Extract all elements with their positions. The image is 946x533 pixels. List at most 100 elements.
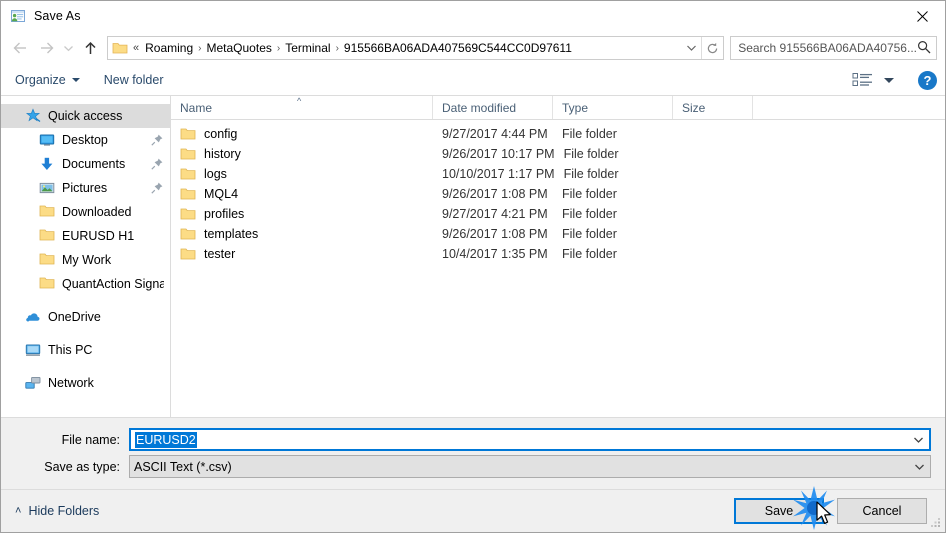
table-row[interactable]: templates 9/26/2017 1:08 PM File folder	[171, 224, 945, 244]
table-row[interactable]: profiles 9/27/2017 4:21 PM File folder	[171, 204, 945, 224]
column-headers: Name ^ Date modified Type Size	[171, 96, 945, 120]
breadcrumb-item-roaming[interactable]: Roaming	[141, 41, 197, 55]
table-row[interactable]: tester 10/4/2017 1:35 PM File folder	[171, 244, 945, 264]
this-pc-icon	[25, 342, 41, 358]
pictures-icon	[39, 180, 55, 196]
sidebar-item-label: Pictures	[62, 181, 108, 195]
file-name-cell: history	[171, 147, 433, 161]
sort-ascending-icon: ^	[297, 96, 302, 106]
cancel-button[interactable]: Cancel	[837, 498, 927, 524]
sidebar-item-my-work[interactable]: My Work	[1, 248, 170, 272]
table-row[interactable]: history 9/26/2017 10:17 PM File folder	[171, 144, 945, 164]
table-row[interactable]: logs 10/10/2017 1:17 PM File folder	[171, 164, 945, 184]
file-name-cell: templates	[171, 227, 433, 241]
breadcrumb-item-guid[interactable]: 915566BA06ADA407569C544CC0D97611	[340, 41, 576, 55]
file-date-cell: 10/4/2017 1:35 PM	[442, 247, 548, 261]
file-rows: config 9/27/2017 4:44 PM File folder his…	[171, 120, 945, 417]
hide-folders-label: Hide Folders	[28, 504, 100, 518]
desktop-icon	[39, 132, 55, 148]
table-row[interactable]: config 9/27/2017 4:44 PM File folder	[171, 124, 945, 144]
search-icon	[917, 40, 931, 57]
sidebar-item-quantaction-signal[interactable]: QuantAction Signal	[1, 272, 170, 296]
chevron-down-icon	[71, 78, 80, 82]
address-bar[interactable]: « Roaming › MetaQuotes › Terminal › 9155…	[107, 36, 725, 60]
file-name: profiles	[204, 207, 245, 221]
sidebar-item-downloaded[interactable]: Downloaded	[1, 200, 170, 224]
sidebar-item-pictures[interactable]: Pictures	[1, 176, 170, 200]
sidebar-item-onedrive[interactable]: OneDrive	[1, 305, 170, 329]
file-name-row: File name: EURUSD2	[15, 428, 931, 451]
file-date-cell: 10/10/2017 1:17 PM	[442, 167, 555, 181]
file-name-label: File name:	[61, 432, 120, 447]
save-fields: File name: EURUSD2 Save as type: ASCII T…	[1, 418, 945, 489]
file-type-cell: File folder	[562, 227, 617, 241]
column-header-date-modified[interactable]: Date modified	[433, 96, 553, 119]
sidebar-item-eurusd-h1[interactable]: EURUSD H1	[1, 224, 170, 248]
save-as-type-dropdown-icon[interactable]	[908, 463, 930, 471]
file-name: tester	[204, 247, 236, 261]
save-as-type-select[interactable]: ASCII Text (*.csv)	[129, 455, 931, 478]
chevron-down-icon	[686, 45, 696, 51]
table-row[interactable]: MQL4 9/26/2017 1:08 PM File folder	[171, 184, 945, 204]
address-dropdown-button[interactable]	[681, 37, 701, 59]
column-header-filler	[753, 96, 945, 119]
up-one-level-button[interactable]	[77, 35, 103, 61]
help-button[interactable]: ?	[918, 70, 937, 90]
command-bar: Organize New folder ?	[1, 65, 945, 96]
save-button[interactable]: Save	[734, 498, 824, 524]
search-placeholder: Search 915566BA06ADA40756...	[738, 41, 917, 55]
column-header-size[interactable]: Size	[673, 96, 753, 119]
refresh-button[interactable]	[701, 37, 723, 59]
file-name-cell: logs	[171, 167, 433, 181]
resize-grip[interactable]	[930, 517, 942, 529]
column-header-name[interactable]: Name ^	[171, 96, 433, 119]
search-input[interactable]: Search 915566BA06ADA40756...	[730, 36, 937, 60]
sidebar-item-label: Quick access	[48, 109, 123, 123]
close-button[interactable]	[899, 1, 945, 31]
recent-locations-button[interactable]	[59, 35, 77, 61]
file-name: MQL4	[204, 187, 239, 201]
sidebar-item-desktop[interactable]: Desktop	[1, 128, 170, 152]
sidebar-item-label: This PC	[48, 343, 93, 357]
sidebar-item-label: Desktop	[62, 133, 108, 147]
sidebar-item-label: QuantAction Signal	[62, 277, 164, 291]
new-folder-button[interactable]: New folder	[104, 73, 164, 87]
file-name-cell: config	[171, 127, 433, 141]
pin-icon[interactable]	[150, 133, 164, 147]
hide-folders-button[interactable]: ˄ Hide Folders	[15, 504, 99, 518]
view-mode-icon[interactable]	[852, 72, 874, 88]
sidebar-item-network[interactable]: Network	[1, 371, 170, 395]
arrow-up-icon	[84, 41, 96, 54]
sidebar-item-documents[interactable]: Documents	[1, 152, 170, 176]
pin-icon[interactable]	[150, 157, 164, 171]
sidebar-item-quick-access[interactable]: Quick access	[1, 104, 170, 128]
save-as-dialog: Save As « Roaming › MetaQuotes › Termina…	[0, 0, 946, 533]
folder-icon	[39, 228, 55, 244]
breadcrumb-item-metaquotes[interactable]: MetaQuotes	[203, 41, 276, 55]
column-header-type[interactable]: Type	[553, 96, 673, 119]
navigation-bar: « Roaming › MetaQuotes › Terminal › 9155…	[1, 31, 945, 65]
pin-icon[interactable]	[150, 181, 164, 195]
file-name-dropdown-icon[interactable]	[907, 436, 929, 444]
breadcrumb[interactable]: « Roaming › MetaQuotes › Terminal › 9155…	[131, 41, 681, 55]
organize-label: Organize	[15, 73, 66, 87]
file-date-cell: 9/26/2017 1:08 PM	[442, 227, 548, 241]
file-name-value: EURUSD2	[135, 431, 197, 448]
file-name: history	[204, 147, 241, 161]
onedrive-cloud-icon	[25, 309, 41, 325]
file-name: templates	[204, 227, 259, 241]
forward-button[interactable]	[33, 35, 59, 61]
file-name-input[interactable]: EURUSD2	[129, 428, 931, 451]
organize-button[interactable]: Organize	[15, 73, 80, 87]
folder-icon	[39, 276, 55, 292]
column-header-label: Type	[562, 100, 589, 115]
breadcrumb-item-terminal[interactable]: Terminal	[281, 41, 334, 55]
back-button[interactable]	[7, 35, 33, 61]
sidebar-item-label: Downloaded	[62, 205, 132, 219]
sidebar-item-this-pc[interactable]: This PC	[1, 338, 170, 362]
breadcrumb-overflow[interactable]: «	[131, 42, 141, 54]
view-mode-dropdown-icon[interactable]	[884, 77, 894, 83]
dialog-footer: ˄ Hide Folders Save Cancel	[1, 489, 945, 532]
